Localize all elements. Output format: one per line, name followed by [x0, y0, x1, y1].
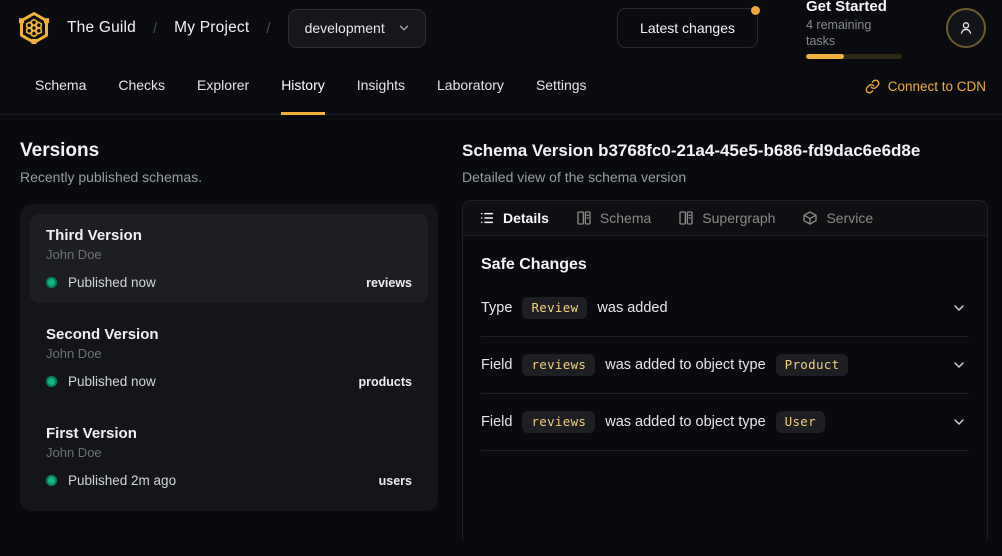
breadcrumb-project[interactable]: My Project [174, 19, 249, 37]
tab-label: Details [503, 210, 549, 226]
change-badge: reviews [522, 354, 595, 376]
tab-supergraph[interactable]: Supergraph [678, 210, 775, 226]
nav-tab-settings[interactable]: Settings [536, 56, 587, 115]
version-list-item[interactable]: Third Version John Doe Published now rev… [30, 214, 428, 303]
guild-logo-icon[interactable] [16, 10, 52, 46]
details-body: Safe Changes Type Review was added Field… [463, 236, 987, 451]
versions-title: Versions [20, 139, 438, 162]
published-status-dot [46, 376, 57, 387]
published-label: Published now [68, 374, 156, 389]
service-name: products [359, 375, 412, 389]
user-avatar[interactable] [946, 8, 986, 48]
schema-version-panel: Details Schema Supergraph [462, 200, 988, 540]
chevron-down-icon[interactable] [951, 414, 967, 430]
versions-list: Third Version John Doe Published now rev… [20, 204, 438, 511]
target-selector-value: development [305, 20, 385, 36]
link-icon [865, 79, 880, 94]
change-row[interactable]: Field reviews was added to object type U… [481, 394, 969, 451]
change-badge: Review [522, 297, 587, 319]
get-started-subtitle: 4 remaining tasks [806, 17, 902, 49]
service-name: users [379, 474, 412, 488]
schema-version-title: Schema Version b3768fc0-21a4-45e5-b686-f… [462, 139, 988, 162]
nav-tab-schema[interactable]: Schema [35, 56, 86, 115]
published-label: Published 2m ago [68, 473, 176, 488]
published-status-dot [46, 475, 57, 486]
nav-tab-insights[interactable]: Insights [357, 56, 405, 115]
change-text: was added [597, 300, 667, 316]
change-badge: User [776, 411, 825, 433]
published-status-dot [46, 277, 57, 288]
chevron-down-icon[interactable] [951, 357, 967, 373]
target-selector[interactable]: development [288, 9, 426, 48]
version-name: First Version [46, 424, 412, 443]
tab-service[interactable]: Service [802, 210, 873, 226]
version-name: Second Version [46, 325, 412, 344]
change-row[interactable]: Field reviews was added to object type P… [481, 337, 969, 394]
details-tab-bar: Details Schema Supergraph [463, 201, 987, 236]
published-label: Published now [68, 275, 156, 290]
tab-details[interactable]: Details [479, 210, 549, 226]
version-list-item[interactable]: First Version John Doe Published 2m ago … [30, 412, 428, 501]
breadcrumb: The Guild / My Project / development [67, 9, 426, 48]
nav-tab-laboratory[interactable]: Laboratory [437, 56, 504, 115]
nav-tab-explorer[interactable]: Explorer [197, 56, 249, 115]
change-badge: Product [776, 354, 849, 376]
cube-icon [802, 210, 818, 226]
app-header: The Guild / My Project / development Lat… [0, 0, 1002, 56]
schema-version-column: Schema Version b3768fc0-21a4-45e5-b686-f… [462, 139, 988, 540]
tab-label: Supergraph [702, 210, 775, 226]
panels-icon [576, 210, 592, 226]
chevron-down-icon [397, 21, 411, 35]
nav-tab-checks[interactable]: Checks [118, 56, 165, 115]
breadcrumb-org[interactable]: The Guild [67, 19, 136, 37]
service-name: reviews [366, 276, 412, 290]
user-icon [957, 19, 975, 37]
latest-changes-label: Latest changes [640, 20, 735, 36]
change-text: Field [481, 414, 512, 430]
tab-schema[interactable]: Schema [576, 210, 651, 226]
change-text: was added to object type [605, 414, 765, 430]
notification-dot [751, 6, 760, 15]
breadcrumb-separator: / [153, 20, 157, 37]
version-author: John Doe [46, 445, 412, 461]
version-author: John Doe [46, 247, 412, 263]
version-list-item[interactable]: Second Version John Doe Published now pr… [30, 313, 428, 402]
versions-subtitle: Recently published schemas. [20, 168, 438, 186]
change-badge: reviews [522, 411, 595, 433]
latest-changes-button[interactable]: Latest changes [617, 8, 758, 48]
change-row[interactable]: Type Review was added [481, 280, 969, 337]
connect-to-cdn-label: Connect to CDN [888, 79, 986, 94]
get-started-title: Get Started [806, 0, 902, 16]
version-name: Third Version [46, 226, 412, 245]
version-author: John Doe [46, 346, 412, 362]
panels-icon [678, 210, 694, 226]
tab-label: Service [826, 210, 873, 226]
connect-to-cdn-link[interactable]: Connect to CDN [865, 56, 986, 114]
chevron-down-icon[interactable] [951, 300, 967, 316]
schema-version-subtitle: Detailed view of the schema version [462, 168, 988, 186]
breadcrumb-separator: / [266, 20, 270, 37]
tab-label: Schema [600, 210, 651, 226]
change-text: Type [481, 300, 512, 316]
versions-column: Versions Recently published schemas. Thi… [20, 139, 438, 540]
main-content: Versions Recently published schemas. Thi… [0, 115, 1002, 540]
get-started-progress-fill [806, 54, 844, 59]
get-started-widget[interactable]: Get Started 4 remaining tasks [806, 0, 902, 59]
main-nav: Schema Checks Explorer History Insights … [0, 56, 1002, 115]
change-text: was added to object type [605, 357, 765, 373]
nav-tab-history[interactable]: History [281, 56, 325, 115]
change-text: Field [481, 357, 512, 373]
safe-changes-title: Safe Changes [481, 256, 969, 274]
list-icon [479, 210, 495, 226]
